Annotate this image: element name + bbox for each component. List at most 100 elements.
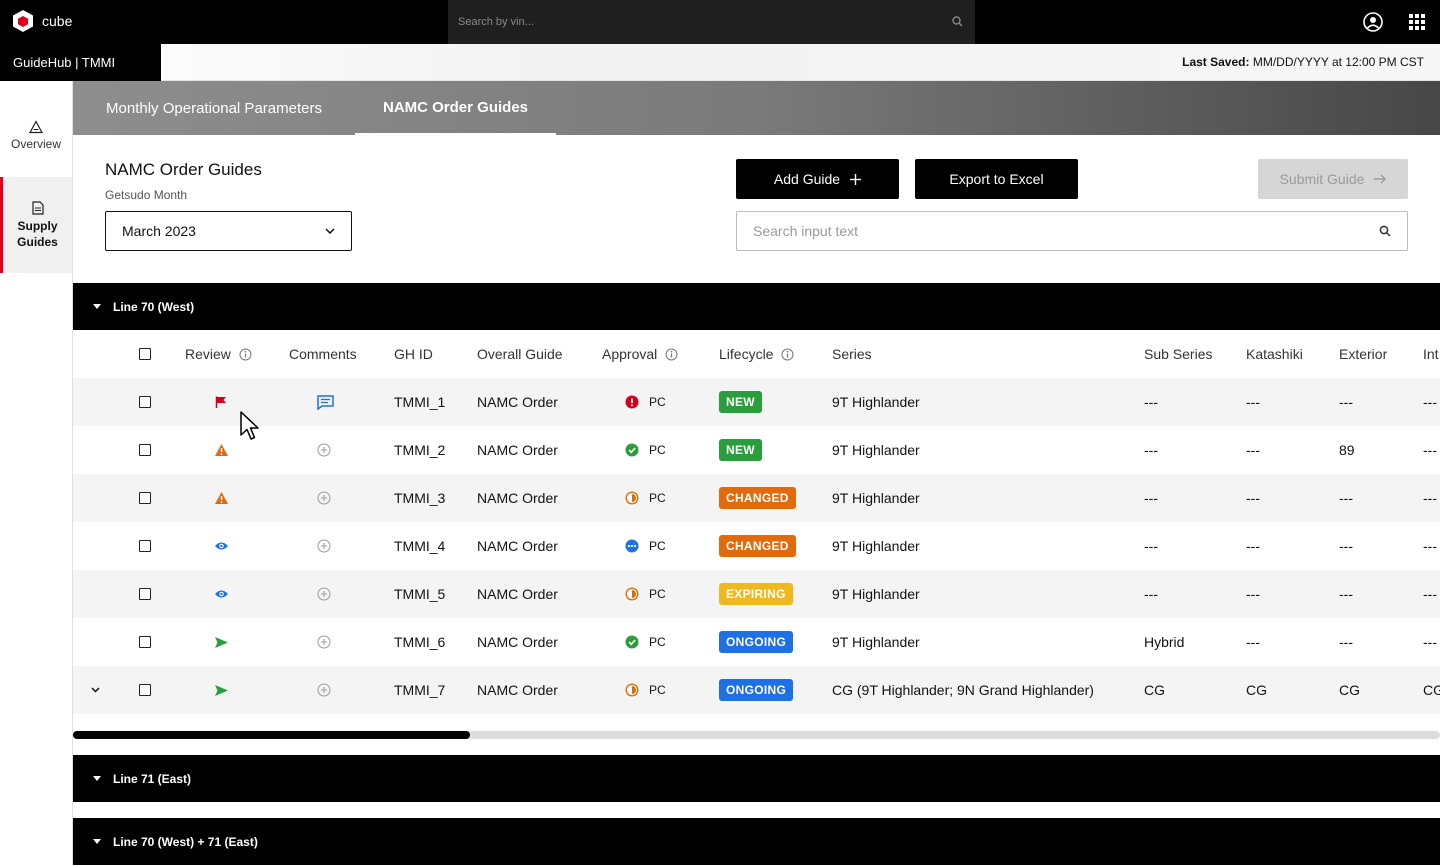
add-comment-icon[interactable]	[317, 683, 331, 697]
col-overall-guide[interactable]: Overall Guide	[477, 330, 563, 378]
row-checkbox[interactable]	[139, 540, 151, 552]
group-header-line-71[interactable]: Line 71 (East)	[73, 755, 1440, 802]
row-checkbox[interactable]	[139, 396, 151, 408]
partial-status-icon	[625, 683, 639, 697]
col-exterior[interactable]: Exterior	[1339, 330, 1387, 378]
comment-icon[interactable]	[317, 394, 334, 410]
review-cell[interactable]	[214, 522, 229, 570]
table-header: Review Comments GH ID Overall Guide Appr…	[73, 330, 1440, 378]
review-cell[interactable]	[214, 618, 229, 666]
chevron-down-icon	[91, 687, 100, 693]
sub-series-cell: CG	[1144, 682, 1165, 698]
add-comment-icon[interactable]	[317, 635, 331, 649]
row-checkbox[interactable]	[139, 492, 151, 504]
lifecycle-badge: ONGOING	[719, 631, 794, 653]
sub-series-cell: ---	[1144, 394, 1158, 410]
interior-cell: ---	[1423, 634, 1437, 650]
user-account-icon[interactable]	[1362, 11, 1384, 33]
horizontal-scrollbar[interactable]	[73, 731, 1440, 739]
global-search-input[interactable]	[458, 16, 951, 28]
info-icon[interactable]	[239, 348, 252, 361]
sidebar-item-supply-guides[interactable]: Supply Guides	[0, 177, 72, 273]
top-bar: cube	[0, 0, 1440, 44]
col-interior[interactable]: Int	[1423, 330, 1439, 378]
tab-monthly-operational-parameters[interactable]: Monthly Operational Parameters	[73, 81, 355, 135]
review-cell[interactable]	[214, 666, 229, 714]
expand-row-button[interactable]	[91, 666, 100, 714]
col-series[interactable]: Series	[832, 330, 872, 378]
comments-cell[interactable]	[317, 378, 334, 426]
approval-text: PC	[649, 587, 666, 601]
tab-namc-order-guides[interactable]: NAMC Order Guides	[355, 81, 556, 135]
guide-search[interactable]	[736, 211, 1408, 251]
col-katashiki[interactable]: Katashiki	[1246, 330, 1303, 378]
exterior-cell: ---	[1339, 538, 1353, 554]
approval-text: PC	[649, 683, 666, 697]
month-select[interactable]: March 2023	[105, 211, 352, 251]
search-icon[interactable]	[1379, 225, 1391, 237]
guide-search-input[interactable]	[753, 223, 1379, 239]
search-icon[interactable]	[951, 15, 965, 29]
col-review[interactable]: Review	[185, 330, 252, 378]
eye-icon[interactable]	[214, 589, 229, 599]
flag-icon[interactable]	[214, 395, 228, 409]
comments-cell[interactable]	[317, 522, 331, 570]
app-grid-icon[interactable]	[1408, 13, 1426, 31]
table-row[interactable]: TMMI_6 NAMC Order PC ONGOING 9T Highlander Hy…	[73, 618, 1440, 666]
add-comment-icon[interactable]	[317, 491, 331, 505]
comments-cell[interactable]	[317, 474, 331, 522]
row-checkbox[interactable]	[139, 588, 151, 600]
review-cell[interactable]	[214, 426, 229, 474]
table-row[interactable]: TMMI_4 NAMC Order PC CHANGED 9T Highlander --…	[73, 522, 1440, 570]
order-guides-table: Review Comments GH ID Overall Guide Appr…	[73, 330, 1440, 714]
comments-cell[interactable]	[317, 426, 331, 474]
katashiki-cell: ---	[1246, 442, 1260, 458]
info-icon[interactable]	[665, 348, 678, 361]
warning-icon[interactable]	[214, 491, 229, 505]
col-lifecycle[interactable]: Lifecycle	[719, 330, 794, 378]
review-cell[interactable]	[214, 474, 229, 522]
select-all-checkbox[interactable]	[139, 348, 151, 360]
add-guide-button[interactable]: Add Guide	[736, 159, 899, 199]
table-row[interactable]: TMMI_5 NAMC Order PC EXPIRING 9T Highlander -…	[73, 570, 1440, 618]
global-search[interactable]	[448, 0, 975, 44]
eye-icon[interactable]	[214, 541, 229, 551]
warning-icon[interactable]	[214, 443, 229, 457]
col-sub-series[interactable]: Sub Series	[1144, 330, 1212, 378]
info-icon[interactable]	[781, 348, 794, 361]
review-cell[interactable]	[214, 570, 229, 618]
send-icon[interactable]	[214, 684, 229, 697]
comments-cell[interactable]	[317, 570, 331, 618]
add-comment-icon[interactable]	[317, 587, 331, 601]
scrollbar-thumb[interactable]	[73, 731, 470, 739]
col-comments[interactable]: Comments	[289, 330, 357, 378]
add-comment-icon[interactable]	[317, 539, 331, 553]
last-saved: Last Saved: MM/DD/YYYY at 12:00 PM CST	[1182, 55, 1424, 69]
sub-series-cell: Hybrid	[1144, 634, 1185, 650]
gh-id-cell: TMMI_5	[394, 586, 446, 602]
group-header-line-70[interactable]: Line 70 (West)	[73, 283, 1440, 330]
mouse-cursor-icon	[240, 411, 259, 440]
export-to-excel-button[interactable]: Export to Excel	[915, 159, 1078, 199]
table-row[interactable]: TMMI_1 NAMC Order PC NEW 9T Highlander --- ---…	[73, 378, 1440, 426]
row-checkbox[interactable]	[139, 444, 151, 456]
comments-cell[interactable]	[317, 666, 331, 714]
col-gh-id[interactable]: GH ID	[394, 330, 433, 378]
add-comment-icon[interactable]	[317, 443, 331, 457]
comments-cell[interactable]	[317, 618, 331, 666]
approval-cell: PC	[625, 426, 666, 474]
table-row[interactable]: TMMI_3 NAMC Order PC CHANGED 9T Highlander --…	[73, 474, 1440, 522]
review-cell[interactable]	[214, 378, 228, 426]
group-header-line-70-71[interactable]: Line 70 (West) + 71 (East)	[73, 818, 1440, 865]
send-icon[interactable]	[214, 636, 229, 649]
sidebar-item-overview[interactable]: Overview	[0, 95, 72, 175]
logo[interactable]: cube	[12, 9, 72, 33]
col-approval[interactable]: Approval	[602, 330, 678, 378]
table-row[interactable]: TMMI_2 NAMC Order PC NEW 9T Highlander --- ---…	[73, 426, 1440, 474]
submit-guide-button[interactable]: Submit Guide	[1258, 159, 1408, 199]
row-checkbox[interactable]	[139, 684, 151, 696]
table-row[interactable]: TMMI_7 NAMC Order PC ONGOING CG (9T Highland…	[73, 666, 1440, 714]
row-checkbox[interactable]	[139, 636, 151, 648]
partial-status-icon	[625, 491, 639, 505]
row-select-cell	[139, 474, 151, 522]
